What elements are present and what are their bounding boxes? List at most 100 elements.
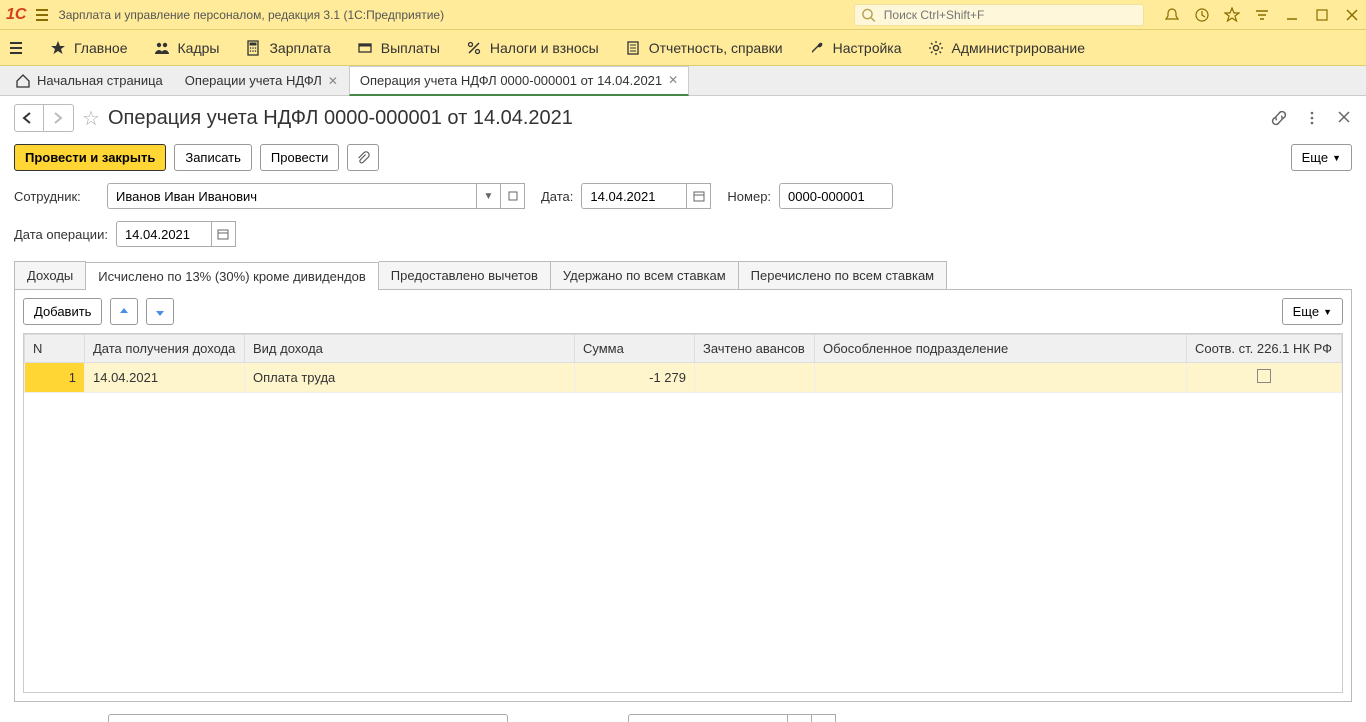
sections-icon[interactable] [8,40,24,56]
responsible-input[interactable] [635,715,781,722]
kebab-icon[interactable] [1304,109,1320,127]
more-label: Еще [1293,304,1319,319]
tab-ops-list[interactable]: Операции учета НДФЛ ✕ [174,66,349,96]
col-date[interactable]: Дата получения дохода [85,335,245,363]
report-icon [625,40,641,56]
move-down-button[interactable] [146,298,174,325]
close-icon[interactable]: ✕ [668,73,678,87]
col-kind[interactable]: Вид дохода [245,335,575,363]
cell-dept[interactable] [815,363,1187,393]
employee-input[interactable] [114,184,470,208]
inner-tab-withheld[interactable]: Удержано по всем ставкам [551,261,739,289]
inner-tab-deductions[interactable]: Предоставлено вычетов [379,261,551,289]
form-row-1: Сотрудник: ▼ Дата: Номер: [14,183,1352,209]
title-bar: 1C Зарплата и управление персоналом, ред… [0,0,1366,30]
forward-button[interactable] [44,104,74,132]
op-date-field-group [116,221,236,247]
tab-op-current[interactable]: Операция учета НДФЛ 0000-000001 от 14.04… [349,66,689,96]
close-icon[interactable]: ✕ [328,74,338,88]
post-button[interactable]: Провести [260,144,340,171]
col-sum[interactable]: Сумма [575,335,695,363]
attach-button[interactable] [347,144,379,171]
date-input[interactable] [588,184,680,208]
checkbox-icon[interactable] [1257,369,1271,383]
link-icon[interactable] [1270,109,1288,127]
employee-field-group: ▼ [107,183,525,209]
menu-icon[interactable] [34,7,50,23]
inner-tab-calc13[interactable]: Исчислено по 13% (30%) кроме дивидендов [86,262,379,290]
col-advance[interactable]: Зачтено авансов [695,335,815,363]
menu-label: Налоги и взносы [490,40,599,56]
cell-kind[interactable]: Оплата труда [245,363,575,393]
post-close-button[interactable]: Провести и закрыть [14,144,166,171]
footer-row: Комментарий: Ответственный: ▼ [14,714,1352,722]
minimize-icon[interactable] [1284,7,1300,23]
cell-date[interactable]: 14.04.2021 [85,363,245,393]
menu-reports[interactable]: Отчетность, справки [625,40,783,56]
search-box[interactable] [854,4,1144,26]
col-art226[interactable]: Соотв. ст. 226.1 НК РФ [1187,335,1342,363]
menu-taxes[interactable]: Налоги и взносы [466,40,599,56]
table-more-button[interactable]: Еще▼ [1282,298,1343,325]
favorite-toggle[interactable]: ☆ [82,106,100,131]
responsible-open[interactable] [812,714,836,722]
employee-dropdown[interactable]: ▼ [477,183,501,209]
page-header: ☆ Операция учета НДФЛ 0000-000001 от 14.… [14,104,1352,132]
menu-payments[interactable]: Выплаты [357,40,440,56]
op-date-calendar[interactable] [212,221,236,247]
responsible-dropdown[interactable]: ▼ [788,714,812,722]
menu-label: Главное [74,40,128,56]
close-icon[interactable] [1344,7,1360,23]
add-button[interactable]: Добавить [23,298,102,325]
inner-tab-income[interactable]: Доходы [14,261,86,289]
responsible-field-group: ▼ [628,714,836,722]
menu-settings[interactable]: Настройка [809,40,902,56]
users-icon [154,40,170,56]
col-n[interactable]: N [25,335,85,363]
op-date-input[interactable] [123,222,205,246]
menu-label: Выплаты [381,40,440,56]
back-button[interactable] [14,104,44,132]
date-calendar[interactable] [687,183,711,209]
employee-label: Сотрудник: [14,189,99,204]
cell-n[interactable]: 1 [25,363,85,393]
history-icon[interactable] [1194,7,1210,23]
menu-salary[interactable]: Зарплата [245,40,330,56]
close-icon[interactable] [1336,109,1352,127]
menu-admin[interactable]: Администрирование [928,40,1086,56]
cell-sum[interactable]: -1 279 [575,363,695,393]
number-input[interactable] [786,184,886,208]
command-bar: Провести и закрыть Записать Провести Еще… [14,144,1352,171]
comment-input[interactable] [115,715,501,722]
gear-icon [928,40,944,56]
form-row-2: Дата операции: [14,221,1352,247]
content-area: ☆ Операция учета НДФЛ 0000-000001 от 14.… [0,96,1366,722]
maximize-icon[interactable] [1314,7,1330,23]
tab-home[interactable]: Начальная страница [4,66,174,96]
more-button[interactable]: Еще ▼ [1291,144,1352,171]
date-label: Дата: [541,189,573,204]
chevron-down-icon: ▼ [1332,153,1341,163]
move-up-button[interactable] [110,298,138,325]
table-row[interactable]: 1 14.04.2021 Оплата труда -1 279 [25,363,1342,393]
cell-advance[interactable] [695,363,815,393]
star-icon[interactable] [1224,7,1240,23]
menu-label: Зарплата [269,40,330,56]
employee-open[interactable] [501,183,525,209]
cell-art226[interactable] [1187,363,1342,393]
inner-tabs: Доходы Исчислено по 13% (30%) кроме диви… [14,261,1352,289]
menu-staff[interactable]: Кадры [154,40,220,56]
bell-icon[interactable] [1164,7,1180,23]
open-tabs: Начальная страница Операции учета НДФЛ ✕… [0,66,1366,96]
col-dept[interactable]: Обособленное подразделение [815,335,1187,363]
inner-tab-transferred[interactable]: Перечислено по всем ставкам [739,261,947,289]
percent-icon [466,40,482,56]
write-button[interactable]: Записать [174,144,252,171]
more-label: Еще [1302,150,1328,165]
menu-main[interactable]: Главное [50,40,128,56]
search-input[interactable] [882,7,1137,23]
menu-bar: Главное Кадры Зарплата Выплаты Налоги и … [0,30,1366,66]
menu-label: Администрирование [952,40,1086,56]
data-grid[interactable]: N Дата получения дохода Вид дохода Сумма… [23,333,1343,693]
filter-icon[interactable] [1254,7,1270,23]
